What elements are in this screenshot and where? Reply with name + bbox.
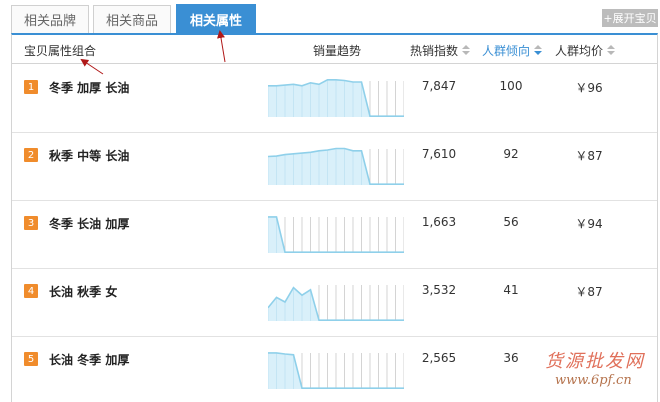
column-header-combo: 宝贝属性组合 bbox=[24, 44, 97, 58]
tab-bar: 相关品牌 相关商品 相关属性 +展开宝贝 bbox=[0, 0, 660, 34]
rank-badge: 1 bbox=[24, 80, 38, 94]
hot-index: 3,532 bbox=[421, 283, 457, 297]
average-price: ￥96 bbox=[575, 81, 603, 95]
hot-index: 7,610 bbox=[421, 147, 457, 161]
hot-index: 7,847 bbox=[421, 79, 457, 93]
column-header-crowd[interactable]: 人群倾向 bbox=[482, 42, 543, 59]
rank-badge: 5 bbox=[24, 352, 38, 366]
attribute-combo: 冬季 加厚 长油 bbox=[49, 81, 130, 95]
sort-icon bbox=[607, 45, 616, 56]
sort-desc-icon bbox=[534, 45, 543, 56]
attribute-combo: 长油 秋季 女 bbox=[49, 285, 118, 299]
tab-related-attributes[interactable]: 相关属性 bbox=[176, 4, 256, 34]
sales-trend-sparkline bbox=[268, 216, 404, 254]
hot-index: 1,663 bbox=[421, 215, 457, 229]
crowd-tendency: 41 bbox=[503, 283, 519, 297]
sales-trend-sparkline bbox=[268, 147, 404, 186]
table-row[interactable]: 4 长油 秋季 女 3,532 41 ￥87 bbox=[12, 269, 657, 337]
column-header-trend: 销量趋势 bbox=[313, 44, 362, 58]
attribute-combo: 长油 冬季 加厚 bbox=[49, 353, 130, 367]
rank-badge: 3 bbox=[24, 216, 38, 230]
table-header: 宝贝属性组合 销量趋势 热销指数 人群倾向 人群均价 bbox=[12, 35, 657, 64]
average-price: ￥87 bbox=[575, 285, 603, 299]
column-header-price[interactable]: 人群均价 bbox=[555, 42, 616, 59]
average-price: ￥94 bbox=[575, 217, 603, 231]
tab-related-products[interactable]: 相关商品 bbox=[93, 5, 171, 33]
crowd-tendency: 36 bbox=[503, 351, 519, 365]
table-row[interactable]: 3 冬季 长油 加厚 1,663 56 ￥94 bbox=[12, 201, 657, 269]
sales-trend-sparkline bbox=[268, 78, 404, 118]
watermark-url: www.6pf.cn bbox=[555, 373, 632, 388]
expand-items-button[interactable]: +展开宝贝 bbox=[602, 9, 658, 27]
crowd-tendency: 92 bbox=[503, 147, 519, 161]
rank-badge: 4 bbox=[24, 284, 38, 298]
average-price: ￥87 bbox=[575, 149, 603, 163]
sort-icon bbox=[462, 45, 471, 56]
table-row[interactable]: 1 冬季 加厚 长油 7,847 100 ￥96 bbox=[12, 65, 657, 133]
sales-trend-sparkline bbox=[268, 285, 404, 322]
crowd-tendency: 100 bbox=[499, 79, 523, 93]
hot-index: 2,565 bbox=[421, 351, 457, 365]
attribute-combo: 冬季 长油 加厚 bbox=[49, 217, 130, 231]
crowd-tendency: 56 bbox=[503, 215, 519, 229]
rank-badge: 2 bbox=[24, 148, 38, 162]
watermark-title: 货源批发网 bbox=[545, 351, 645, 372]
table-row[interactable]: 2 秋季 中等 长油 7,610 92 ￥87 bbox=[12, 133, 657, 201]
attribute-combo: 秋季 中等 长油 bbox=[49, 149, 130, 163]
sales-trend-sparkline bbox=[268, 352, 404, 390]
tab-related-brands[interactable]: 相关品牌 bbox=[11, 5, 89, 33]
column-header-hot[interactable]: 热销指数 bbox=[410, 42, 471, 59]
